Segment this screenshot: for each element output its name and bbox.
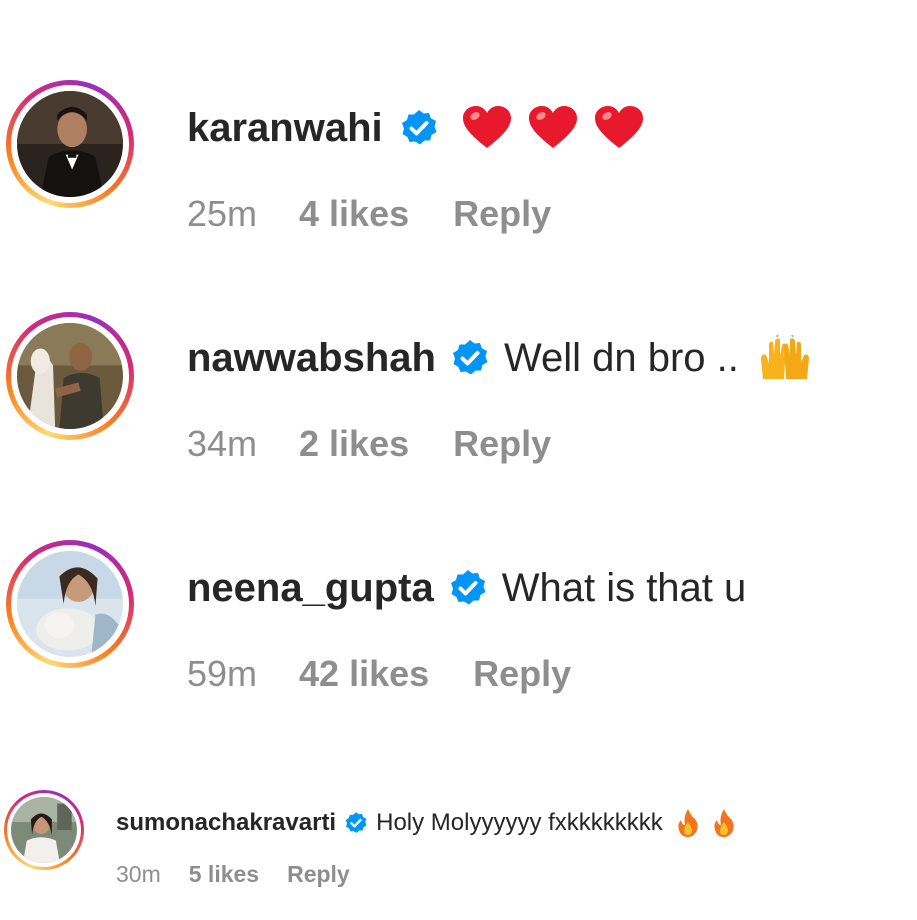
comment-text: What is that u [501, 565, 747, 610]
reply-button[interactable]: Reply [473, 653, 571, 695]
comment-timestamp: 34m [187, 423, 258, 464]
reply-button[interactable]: Reply [453, 193, 551, 235]
comment-item: sumonachakravarti Holy Molyyyyyy fxkkkkk… [0, 770, 917, 920]
reply-button[interactable]: Reply [287, 861, 350, 888]
avatar-photo [11, 797, 77, 863]
avatar-photo [17, 91, 123, 197]
red-heart-icon [594, 106, 643, 150]
reply-button[interactable]: Reply [453, 423, 551, 465]
red-heart-icon [462, 106, 511, 150]
avatar[interactable] [4, 790, 84, 870]
username[interactable]: neena_gupta [187, 566, 434, 611]
avatar[interactable] [6, 540, 134, 668]
verified-badge-icon [344, 811, 368, 835]
verified-badge-icon [399, 108, 439, 148]
comment-text: Well dn bro .. [503, 335, 739, 380]
verified-badge-icon [450, 338, 490, 378]
comment-item: nawwabshah Well dn bro .. 34m 2 likes Re… [0, 240, 917, 480]
avatar[interactable] [6, 80, 134, 208]
username[interactable]: karanwahi [187, 106, 383, 151]
likes-count[interactable]: 4 likes [299, 193, 409, 235]
comment-text: Holy Molyyyyyy fxkkkkkkkk [376, 809, 663, 836]
comment-item: neena_gupta What is that u 59m 42 likes … [0, 480, 917, 730]
comment-item: karanwahi 25m 4 likes Reply [0, 0, 917, 240]
raising-hands-icon [759, 335, 811, 381]
username[interactable]: nawwabshah [187, 336, 436, 381]
likes-count[interactable]: 5 likes [189, 861, 259, 888]
comment-timestamp: 30m [116, 860, 161, 887]
username[interactable]: sumonachakravarti [116, 809, 336, 837]
avatar[interactable] [6, 312, 134, 440]
likes-count[interactable]: 42 likes [299, 653, 429, 695]
avatar-photo [17, 323, 123, 429]
verified-badge-icon [448, 568, 488, 608]
likes-count[interactable]: 2 likes [299, 423, 409, 465]
red-heart-icon [528, 106, 577, 150]
fire-icon [677, 809, 699, 837]
comment-timestamp: 25m [187, 193, 258, 234]
fire-icon [713, 809, 735, 837]
comment-timestamp: 59m [187, 653, 258, 694]
avatar-photo [17, 551, 123, 657]
